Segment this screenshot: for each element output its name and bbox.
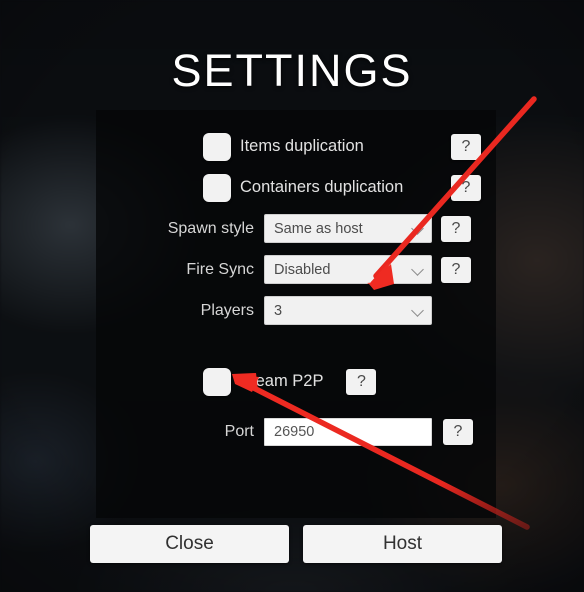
help-button-containers-duplication[interactable]: ? (451, 174, 481, 201)
help-button-steam-p2p[interactable]: ? (346, 368, 377, 395)
select-players-value: 3 (274, 302, 283, 319)
label-port: Port (224, 422, 254, 440)
select-spawn-style-value: Same as host (274, 220, 363, 237)
checkbox-steam-p2p[interactable] (203, 367, 231, 396)
chevron-down-icon (412, 263, 425, 276)
settings-rows: Items duplication ? Containers duplicati… (96, 126, 496, 452)
select-spawn-style[interactable]: Same as host (264, 214, 432, 243)
row-port: Port 26950 ? (96, 411, 496, 452)
label-players: Players (200, 301, 254, 319)
checkbox-containers-duplication[interactable] (203, 173, 231, 202)
host-button[interactable]: Host (303, 525, 502, 563)
row-steam-p2p: Steam P2P ? (96, 361, 496, 402)
footer-buttons: Close Host (90, 525, 502, 563)
label-steam-p2p: Steam P2P (240, 372, 324, 390)
row-items-duplication: Items duplication ? (96, 126, 496, 167)
select-players[interactable]: 3 (264, 296, 432, 325)
chevron-down-icon (412, 222, 425, 235)
chevron-down-icon (412, 304, 425, 317)
label-containers-duplication: Containers duplication (240, 178, 404, 196)
label-spawn-style: Spawn style (167, 219, 254, 237)
close-button[interactable]: Close (90, 525, 289, 563)
label-fire-sync: Fire Sync (186, 260, 254, 278)
page-title: SETTINGS (171, 45, 413, 96)
settings-panel: Items duplication ? Containers duplicati… (96, 110, 496, 518)
row-players: Players 3 (96, 290, 496, 331)
select-fire-sync[interactable]: Disabled (264, 255, 432, 284)
row-fire-sync: Fire Sync Disabled ? (96, 249, 496, 290)
checkbox-items-duplication[interactable] (203, 132, 231, 161)
select-fire-sync-value: Disabled (274, 261, 331, 278)
help-button-spawn-style[interactable]: ? (441, 215, 471, 242)
help-button-fire-sync[interactable]: ? (441, 256, 471, 283)
row-spawn-style: Spawn style Same as host ? (96, 208, 496, 249)
port-input[interactable]: 26950 (264, 417, 432, 446)
label-items-duplication: Items duplication (240, 137, 364, 155)
help-button-port[interactable]: ? (443, 418, 473, 445)
help-button-items-duplication[interactable]: ? (451, 133, 481, 160)
row-containers-duplication: Containers duplication ? (96, 167, 496, 208)
